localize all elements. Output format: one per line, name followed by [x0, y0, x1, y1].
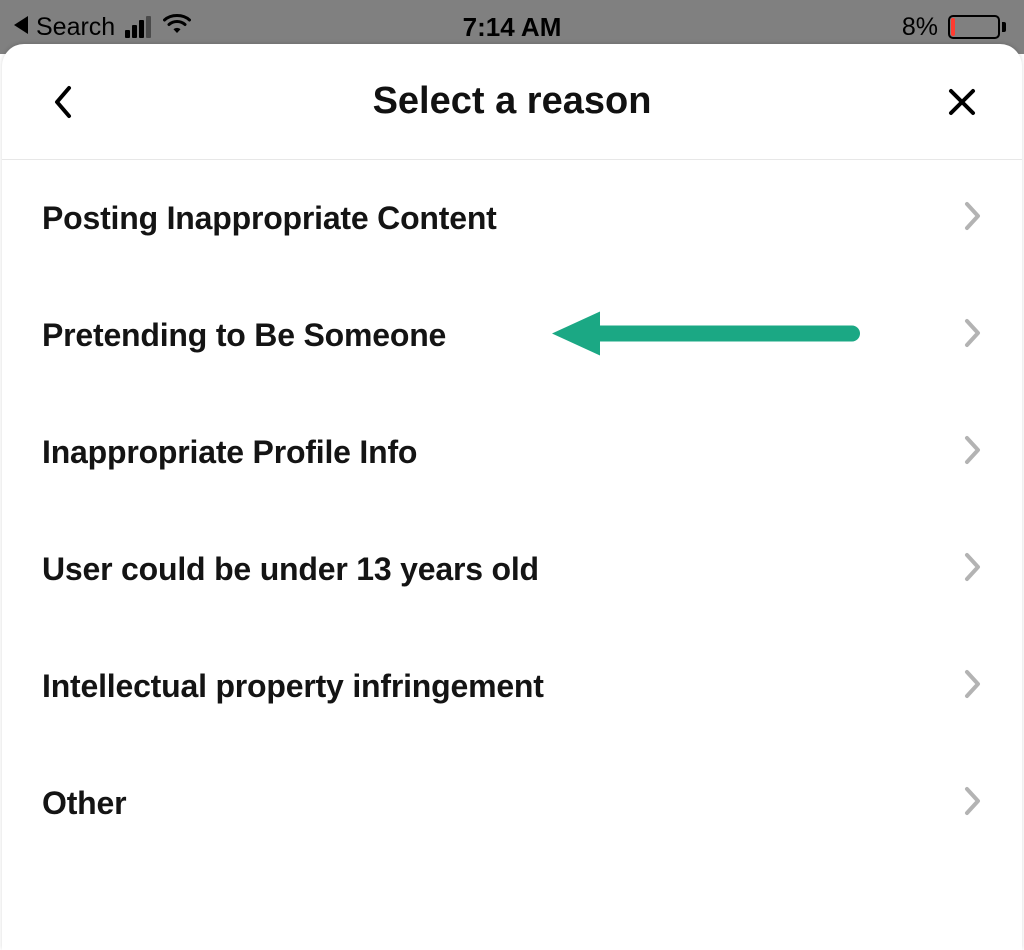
close-icon [947, 87, 977, 117]
back-button[interactable] [42, 82, 82, 122]
wifi-icon [163, 13, 191, 42]
chevron-right-icon [964, 201, 982, 236]
reason-label: Inappropriate Profile Info [42, 434, 417, 471]
sheet-header: Select a reason [2, 44, 1022, 160]
reason-label: Intellectual property infringement [42, 668, 544, 705]
chevron-right-icon [964, 786, 982, 821]
reason-label: User could be under 13 years old [42, 551, 539, 588]
reason-item-other[interactable]: Other [2, 745, 1022, 862]
close-button[interactable] [942, 82, 982, 122]
cellular-signal-icon [125, 16, 151, 38]
battery-icon [944, 15, 1006, 39]
status-left: Search [14, 13, 191, 42]
modal-sheet: Select a reason Posting Inappropriate Co… [2, 44, 1022, 950]
reason-item-profile-info[interactable]: Inappropriate Profile Info [2, 394, 1022, 511]
chevron-left-icon [51, 84, 73, 120]
reason-item-inappropriate-content[interactable]: Posting Inappropriate Content [2, 160, 1022, 277]
reason-label: Other [42, 785, 126, 822]
screen: Search 7:14 AM 8% [0, 0, 1024, 950]
reason-item-pretending[interactable]: Pretending to Be Someone [2, 277, 1022, 394]
back-arrow-icon[interactable] [14, 13, 30, 41]
status-right: 8% [902, 13, 1006, 42]
chevron-right-icon [964, 552, 982, 587]
annotation-arrow-icon [552, 305, 862, 366]
reason-list: Posting Inappropriate Content Pretending… [2, 160, 1022, 862]
reason-item-under-13[interactable]: User could be under 13 years old [2, 511, 1022, 628]
reason-label: Posting Inappropriate Content [42, 200, 497, 237]
status-time: 7:14 AM [463, 12, 562, 43]
page-title: Select a reason [373, 80, 652, 123]
chevron-right-icon [964, 435, 982, 470]
chevron-right-icon [964, 318, 982, 353]
battery-percent-label: 8% [902, 13, 938, 42]
breadcrumb-back-label[interactable]: Search [36, 13, 115, 42]
chevron-right-icon [964, 669, 982, 704]
reason-label: Pretending to Be Someone [42, 317, 446, 354]
reason-item-ip-infringement[interactable]: Intellectual property infringement [2, 628, 1022, 745]
